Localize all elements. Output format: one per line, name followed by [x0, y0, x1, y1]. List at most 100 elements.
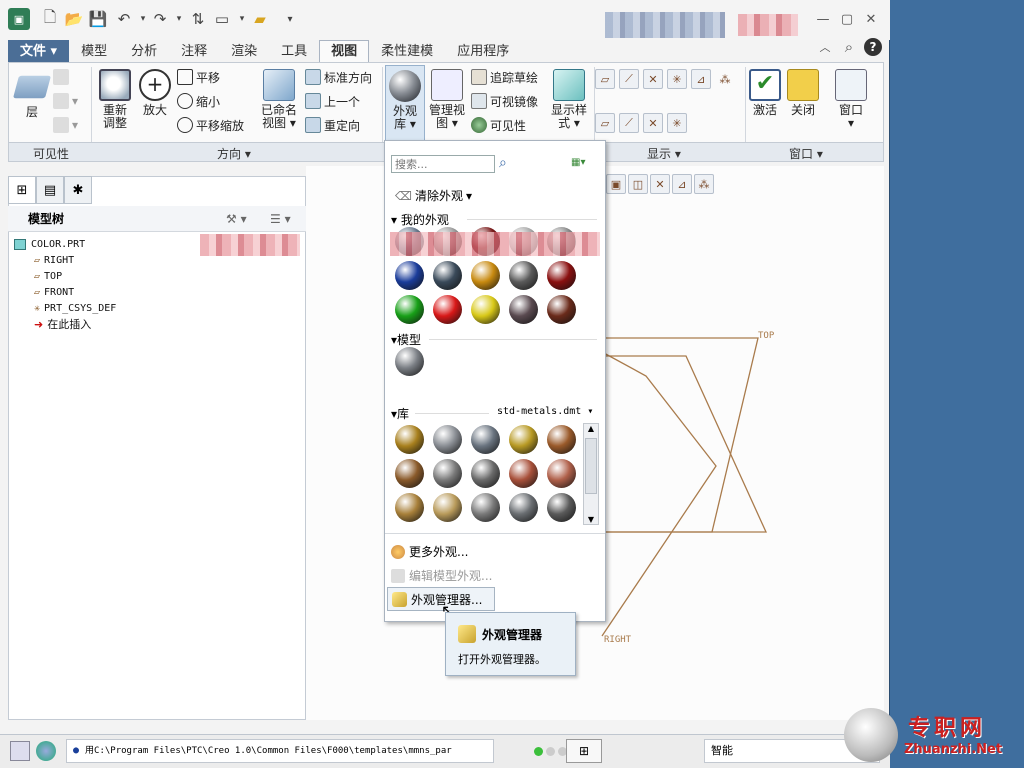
axis-tag-button[interactable]: ⟋ — [619, 113, 639, 133]
tab-tools[interactable]: 工具 — [269, 40, 319, 62]
pan-zoom-button[interactable]: 平移缩放 — [177, 115, 244, 135]
tab-annotate[interactable]: 注释 — [169, 40, 219, 62]
axis-display-button[interactable]: ⟋ — [619, 69, 639, 89]
search-icon[interactable]: ⌕ — [840, 38, 858, 56]
appearance-search-input[interactable] — [391, 155, 495, 173]
display-style-button[interactable]: 显示样 式 ▾ — [547, 69, 591, 130]
library-scrollbar[interactable]: ▲ ▼ — [583, 423, 599, 525]
appearance-swatch[interactable] — [433, 425, 462, 454]
appearance-swatch[interactable] — [547, 425, 576, 454]
folder-icon[interactable]: ▰ — [250, 9, 270, 29]
group-window[interactable]: 窗口 ▾ — [789, 145, 823, 162]
visible-mirror-button[interactable]: 可视镜像 — [471, 91, 538, 111]
appearance-swatch[interactable] — [395, 261, 424, 290]
appearance-swatch[interactable] — [433, 295, 462, 324]
close-window-icon[interactable]: ✕ — [862, 10, 880, 28]
appearance-swatch[interactable] — [509, 261, 538, 290]
appearance-swatch[interactable] — [395, 347, 424, 376]
zoom-out-button[interactable]: 缩小 — [177, 91, 220, 111]
appearance-swatch[interactable] — [547, 493, 576, 522]
appearance-swatch[interactable] — [509, 295, 538, 324]
app-icon[interactable]: ▣ — [8, 8, 30, 30]
redo-icon[interactable]: ↷ — [150, 9, 170, 29]
window-button[interactable]: 窗口 ▾ — [831, 69, 871, 130]
tree-insert-here[interactable]: ➜ 在此插入 — [34, 316, 91, 332]
scroll-down-icon[interactable]: ▼ — [584, 515, 598, 524]
named-views-button[interactable]: 已命名 视图 ▾ — [257, 69, 301, 130]
my-appearances-header[interactable]: ▾ 我的外观 — [391, 211, 449, 228]
library-file-select[interactable]: std-metals.dmt ▾ — [497, 406, 593, 417]
collapse-ribbon-icon[interactable]: ︿ — [816, 38, 834, 56]
appearance-swatch[interactable] — [395, 459, 424, 488]
appearance-swatch[interactable] — [471, 295, 500, 324]
appearance-swatch[interactable] — [433, 459, 462, 488]
more-appearances-item[interactable]: 更多外观... — [391, 543, 468, 560]
appearance-swatch[interactable] — [395, 295, 424, 324]
maximize-icon[interactable]: ▢ — [838, 10, 856, 28]
point-tag-button[interactable]: ✕ — [643, 113, 663, 133]
appearance-swatch[interactable] — [547, 261, 576, 290]
activate-button[interactable]: ✔ 激活 — [747, 69, 783, 117]
group-orientation[interactable]: 方向 ▾ — [217, 145, 251, 162]
appearance-swatch[interactable] — [471, 459, 500, 488]
gallery-view-options-icon[interactable]: ▦▾ — [571, 157, 585, 168]
clear-appearance-button[interactable]: ⌫ 清除外观 ▾ — [395, 187, 472, 204]
find-icon[interactable]: ⊞ — [566, 739, 602, 763]
help-icon[interactable]: ? — [864, 38, 882, 56]
appearance-swatch[interactable] — [547, 459, 576, 488]
new-icon[interactable]: 🗋 — [40, 8, 60, 29]
visibility-button[interactable]: 可见性 — [471, 115, 526, 135]
annotation-display-button[interactable]: ⊿ — [691, 69, 711, 89]
windows-dropdown-icon[interactable]: ▾ — [232, 9, 252, 29]
model-appearances-header[interactable]: ▾模型 — [391, 331, 421, 348]
tree-root[interactable]: COLOR.PRT — [14, 236, 85, 252]
tab-view[interactable]: 视图 — [319, 40, 370, 62]
tree-filters-icon[interactable]: ☰ ▾ — [270, 212, 291, 226]
tree-item-right[interactable]: ▱ RIGHT — [34, 252, 74, 268]
tab-applications[interactable]: 应用程序 — [445, 40, 521, 62]
manage-views-button[interactable]: 管理视 图 ▾ — [427, 69, 467, 130]
appearance-swatch[interactable] — [433, 493, 462, 522]
customize-toolbar-icon[interactable]: ▾ — [280, 9, 300, 29]
plane-display-button[interactable]: ▱ — [595, 69, 615, 89]
appearance-swatch[interactable] — [547, 295, 576, 324]
tree-item-top[interactable]: ▱ TOP — [34, 268, 62, 284]
csys-tag-button[interactable]: ✳ — [667, 113, 687, 133]
appearance-swatch[interactable] — [471, 425, 500, 454]
tab-render[interactable]: 渲染 — [219, 40, 269, 62]
open-icon[interactable]: 📂 — [64, 9, 84, 29]
regenerate-icon[interactable]: ⇅ — [188, 9, 208, 29]
spin-center-button[interactable]: ⁂ — [715, 69, 735, 89]
show-button[interactable]: ▾ — [53, 91, 78, 111]
status-button[interactable]: ▾ — [53, 115, 78, 135]
favorites-tab-icon[interactable]: ✱ — [64, 176, 92, 204]
tree-settings-icon[interactable]: ⚒ ▾ — [226, 212, 247, 226]
appearance-swatch[interactable] — [509, 425, 538, 454]
tree-item-front[interactable]: ▱ FRONT — [34, 284, 74, 300]
trace-sketch-button[interactable]: 追踪草绘 — [471, 67, 538, 87]
save-icon[interactable]: 💾 — [88, 9, 108, 29]
csys-display-button[interactable]: ✳ — [667, 69, 687, 89]
close-button[interactable]: 关闭 — [785, 69, 821, 117]
group-display[interactable]: 显示 ▾ — [647, 145, 681, 162]
appearance-swatch[interactable] — [471, 261, 500, 290]
tab-model[interactable]: 模型 — [69, 40, 119, 62]
standard-orientation-button[interactable]: 标准方向 — [305, 67, 372, 87]
folder-browser-tab-icon[interactable]: ▤ — [36, 176, 64, 204]
tree-item-csys[interactable]: ✳ PRT_CSYS_DEF — [34, 300, 116, 316]
appearance-swatch[interactable] — [509, 459, 538, 488]
redo-dropdown-icon[interactable]: ▾ — [169, 9, 189, 29]
undo-icon[interactable]: ↶ — [114, 9, 134, 29]
refit-button[interactable]: 重新 调整 — [97, 69, 133, 130]
hide-button[interactable] — [53, 67, 72, 87]
navigator-toggle-icon[interactable] — [10, 741, 30, 761]
appearance-swatch[interactable] — [433, 261, 462, 290]
plane-tag-button[interactable]: ▱ — [595, 113, 615, 133]
previous-view-button[interactable]: 上一个 — [305, 91, 360, 111]
pan-button[interactable]: 平移 — [177, 67, 220, 87]
reorient-button[interactable]: 重定向 — [305, 115, 360, 135]
scroll-thumb[interactable] — [585, 438, 597, 494]
search-icon[interactable]: ⌕ — [499, 155, 507, 171]
appearance-swatch[interactable] — [471, 493, 500, 522]
appearance-swatch[interactable] — [509, 493, 538, 522]
